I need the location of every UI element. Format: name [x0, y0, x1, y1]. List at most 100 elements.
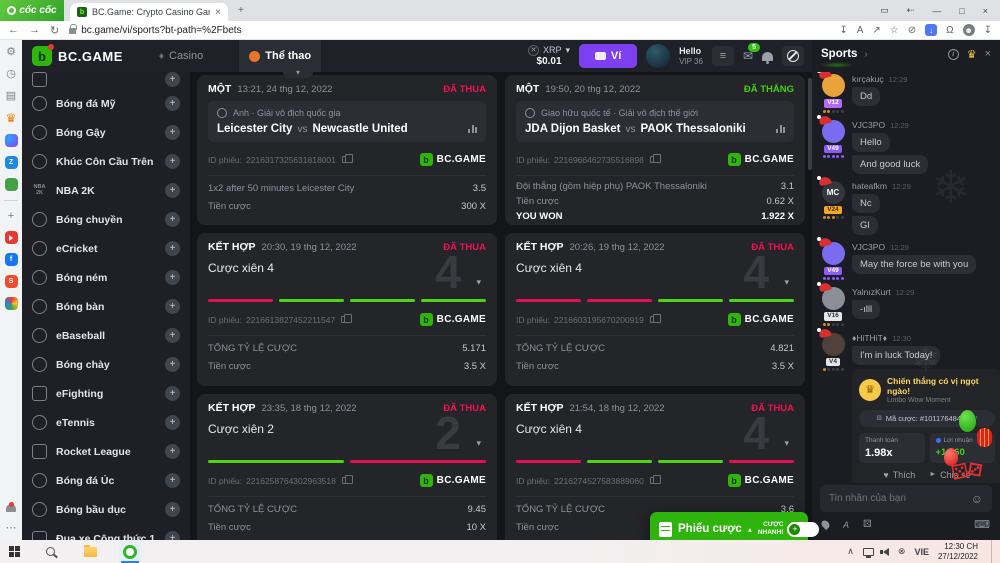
header-collapse-button[interactable]: ▾ [283, 66, 313, 78]
chat-username[interactable]: VJC3PO [852, 120, 885, 130]
expand-plus-button[interactable]: + [165, 183, 180, 198]
cast-icon[interactable]: ▭ [880, 5, 889, 16]
expand-plus-button[interactable]: + [165, 72, 180, 87]
expand-caret-icon[interactable]: ▾ [784, 438, 789, 449]
expand-plus-button[interactable]: + [165, 502, 180, 517]
chat-username[interactable]: YalnızKurt [852, 287, 891, 297]
copy-icon[interactable] [650, 316, 656, 323]
game-center-icon[interactable] [5, 178, 18, 191]
sidebar-item-ebaseball[interactable]: eBaseball + [22, 321, 190, 350]
browser-tab[interactable]: b BC.Game: Crypto Casino Gan × [70, 3, 228, 21]
window-close-button[interactable]: × [983, 6, 988, 16]
main-scrollbar[interactable] [808, 78, 812, 170]
sidebar-item-ecricket[interactable]: eCricket + [22, 234, 190, 263]
rewards-crown-icon[interactable]: ♛ [6, 111, 17, 125]
chat-message-input[interactable] [829, 493, 971, 504]
youtube-icon[interactable] [5, 231, 18, 244]
chat-room-title[interactable]: Sports [821, 48, 857, 60]
browser-profile-icon[interactable]: ☻ [963, 24, 975, 36]
add-shortcut-icon[interactable]: + [8, 210, 14, 222]
coccoc-menu-button[interactable]: cốc cốc [0, 0, 64, 21]
sidebar-item-table-tennis[interactable]: Bóng bàn + [22, 292, 190, 321]
notifications-bell-icon[interactable] [6, 504, 16, 512]
site-bell-icon[interactable] [762, 52, 773, 61]
sidebar-item-american-football[interactable]: Bóng đá Mỹ + [22, 89, 190, 118]
window-minimize-button[interactable]: — [932, 6, 941, 16]
expand-plus-button[interactable]: + [165, 96, 180, 111]
settings-gear-icon[interactable]: ⚙ [6, 45, 16, 58]
keyboard-icon[interactable]: ⌨ [974, 518, 990, 531]
zalo-icon[interactable]: Z [5, 156, 18, 169]
url-field[interactable]: bc.game/vi/sports?bt-path=%2Fbets [69, 25, 241, 36]
avatar[interactable]: MC [822, 181, 845, 204]
forward-icon[interactable]: → [29, 24, 40, 36]
sidebar-item-nba2k[interactable]: NBA 2K NBA 2K + [22, 176, 190, 205]
expand-plus-button[interactable]: + [165, 444, 180, 459]
expand-plus-button[interactable]: + [165, 328, 180, 343]
facebook-icon[interactable]: f [5, 253, 18, 266]
sidebar-item-volleyball[interactable]: Bóng chuyền + [22, 205, 190, 234]
match-stats-icon[interactable] [468, 125, 477, 133]
taskbar-search-button[interactable] [39, 541, 61, 563]
share-page-icon[interactable]: ↗ [872, 25, 880, 36]
match-panel[interactable]: Anh · Giải vô địch quốc gia Leicester Ci… [208, 101, 486, 142]
avatar[interactable] [822, 74, 845, 97]
copy-icon[interactable] [342, 156, 348, 163]
user-info[interactable]: Hello VIP 36 [679, 46, 703, 66]
expand-plus-button[interactable]: + [165, 415, 180, 430]
expand-plus-button[interactable]: + [165, 299, 180, 314]
adblock-icon[interactable]: ⊘ [908, 25, 916, 36]
start-button[interactable] [9, 546, 21, 558]
sidebar-item-efighting[interactable]: eFighting + [22, 379, 190, 408]
copy-icon[interactable] [650, 156, 656, 163]
match-panel[interactable]: Giao hữu quốc tế · Giải vô địch thế giới… [516, 101, 794, 142]
trophy-icon[interactable]: ♛ [967, 48, 977, 61]
sidebar-item-ice-hockey[interactable]: Khúc Côn Cầu Trên Băng + [22, 147, 190, 176]
chat-username[interactable]: ♦HiTHiT♦ [852, 333, 887, 343]
avatar[interactable] [822, 120, 845, 143]
copy-icon[interactable] [650, 477, 656, 484]
reload-icon[interactable]: ↻ [50, 24, 59, 37]
save-page-icon[interactable]: ↧ [839, 25, 847, 36]
expand-plus-button[interactable]: + [165, 241, 180, 256]
chat-close-icon[interactable]: × [985, 48, 991, 60]
expand-plus-button[interactable]: + [165, 212, 180, 227]
bcgame-logo[interactable]: b BC.GAME [32, 46, 123, 66]
expand-plus-button[interactable]: + [165, 473, 180, 488]
match-stats-icon[interactable] [776, 125, 785, 133]
expand-plus-button[interactable]: + [165, 357, 180, 372]
sidebar-item-cricket[interactable]: Bóng Gậy + [22, 118, 190, 147]
info-icon[interactable]: i [948, 49, 959, 60]
coccoc-taskbar-button[interactable] [119, 541, 141, 563]
clock[interactable]: 12:30 CH 27/12/2022 [938, 542, 982, 562]
reading-list-icon[interactable]: ▤ [6, 89, 16, 102]
language-indicator[interactable]: VIE [914, 547, 929, 557]
rain-feature-icon[interactable] [820, 519, 831, 530]
quick-bet-toggle[interactable] [787, 522, 819, 537]
lucky-ball-icon[interactable] [5, 297, 18, 310]
network-icon[interactable] [863, 548, 874, 556]
avatar[interactable] [822, 242, 845, 265]
bet-list-button[interactable]: ≡ [712, 46, 734, 66]
sidebar-item-partial[interactable]: + [22, 72, 190, 89]
show-desktop-button[interactable] [991, 540, 994, 563]
expand-plus-button[interactable]: + [165, 270, 180, 285]
volume-icon[interactable] [883, 548, 889, 556]
translate-icon[interactable]: A [857, 25, 864, 36]
emoji-icon[interactable]: ☺ [971, 492, 983, 506]
chat-toggle-button[interactable] [782, 46, 804, 66]
tab-search-icon[interactable]: ⇠ [907, 5, 915, 16]
chevron-right-icon[interactable]: › [864, 49, 867, 60]
sidebar-item-handball[interactable]: Bóng ném + [22, 263, 190, 292]
sidebar-item-rugby[interactable]: Bóng bầu dục + [22, 495, 190, 524]
chat-username[interactable]: kırçakuç [852, 74, 884, 84]
sidebar-item-rocket-league[interactable]: Rocket League + [22, 437, 190, 466]
expand-caret-icon[interactable]: ▾ [476, 438, 481, 449]
expand-plus-button[interactable]: + [165, 125, 180, 140]
nav-casino[interactable]: ♦ Casino [149, 40, 213, 72]
expand-caret-icon[interactable]: ▾ [476, 277, 481, 288]
download-extension-icon[interactable]: ↓ [925, 24, 937, 36]
avatar[interactable] [822, 333, 845, 356]
more-options-icon[interactable]: ⋯ [6, 521, 17, 534]
currency-selector[interactable]: ✕ XRP ▾ $0.01 [528, 45, 570, 67]
